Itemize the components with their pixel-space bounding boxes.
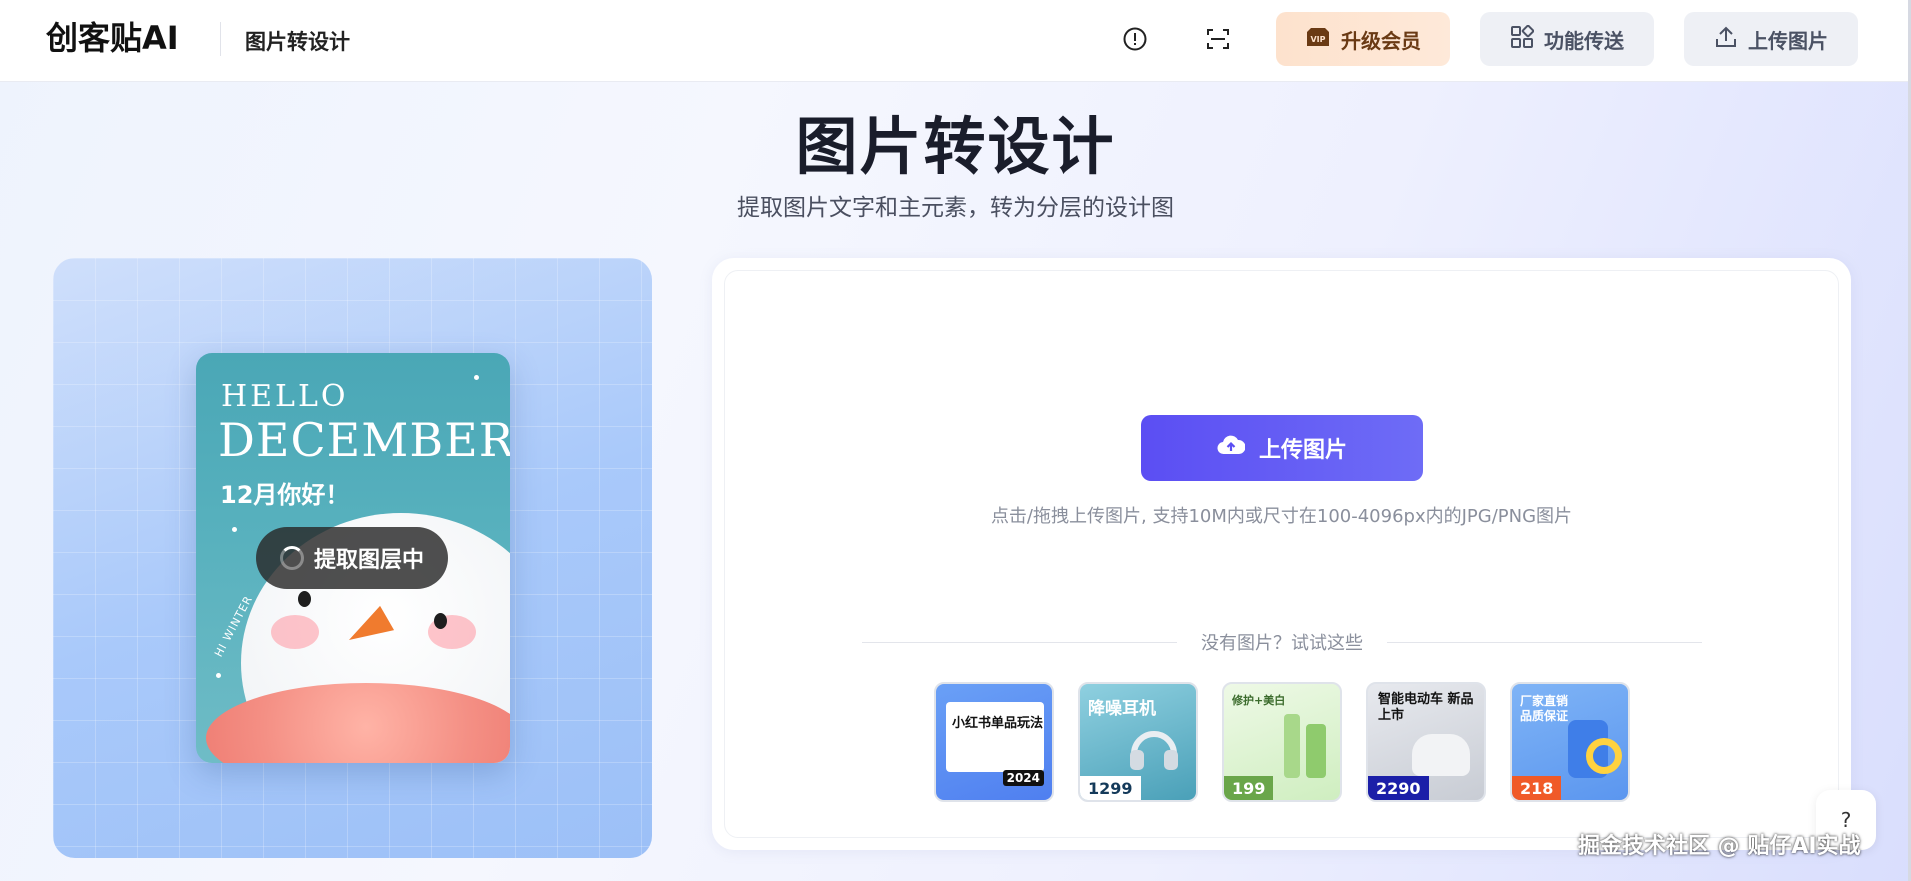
upload-button-label: 上传图片 [1258, 438, 1347, 463]
vip-icon: VIP [1305, 26, 1331, 53]
try-samples-label: 没有图片？试试这些 [1201, 633, 1363, 654]
sample-images: 小红书单品玩法 2024 降噪耳机 1299 修护+美白 199 智能电动车 新… [934, 682, 1630, 802]
page-name: 图片转设计 [245, 30, 350, 54]
card-hello-text: HELLO [221, 379, 349, 414]
cloud-upload-icon [1217, 434, 1246, 462]
sample-image-5[interactable]: 厂家直销 品质保证 218 [1510, 682, 1630, 802]
snowman-eye-left [298, 591, 311, 607]
headphones-image [1130, 731, 1178, 770]
watermark-text: 掘金技术社区 @ 贴仔AI实战 [1578, 834, 1861, 859]
sample-image-2[interactable]: 降噪耳机 1299 [1078, 682, 1198, 802]
sample-price: 199 [1224, 776, 1274, 800]
extracting-label: 提取图层中 [313, 548, 424, 573]
sample-price: 218 [1512, 776, 1562, 800]
snowflake [216, 673, 221, 678]
spinner-icon [279, 546, 304, 570]
snowman-cheek-left [271, 615, 319, 649]
extracting-status: 提取图层中 [256, 527, 448, 589]
card-greeting-text: 12月你好！ [220, 481, 350, 509]
sample-title: 修护+美白 [1232, 694, 1286, 707]
sample-image-4[interactable]: 智能电动车 新品上市 2290 [1366, 682, 1486, 802]
page-title: 图片转设计 [795, 110, 1116, 183]
features-label: 功能传送 [1544, 28, 1624, 53]
sample-title: 小红书单品玩法 [952, 716, 1044, 731]
scooter-image [1412, 734, 1470, 776]
divider-line [1387, 641, 1702, 643]
sample-title: 智能电动车 新品上市 [1378, 692, 1474, 723]
header-divider [220, 22, 221, 56]
sample-title: 降噪耳机 [1088, 699, 1156, 719]
sample-price: 1299 [1080, 776, 1141, 800]
preview-card-image: HELLO DECEMBER 12月你好！ HI WINTER 提取图层中 [196, 353, 510, 763]
swim-ring-image [1586, 738, 1622, 774]
grid-icon [1510, 24, 1535, 54]
snowman-eye-right [434, 613, 447, 629]
product-bottle [1284, 714, 1300, 778]
brand-logo[interactable]: 创客贴AI [46, 18, 179, 58]
sample-price: 2290 [1368, 776, 1429, 800]
sample-image-1[interactable]: 小红书单品玩法 2024 [934, 682, 1054, 802]
upload-image-button[interactable]: 上传图片 [1141, 415, 1423, 481]
upload-icon [1714, 25, 1738, 54]
snowflake [232, 527, 237, 532]
divider-line [862, 641, 1177, 643]
page-subtitle: 提取图片文字和主元素，转为分层的设计图 [737, 195, 1174, 221]
upgrade-vip-button[interactable]: VIP 升级会员 [1276, 12, 1450, 66]
svg-text:VIP: VIP [1310, 35, 1325, 44]
sample-title: 厂家直销 品质保证 [1520, 694, 1569, 723]
features-button[interactable]: 功能传送 [1480, 12, 1654, 66]
top-header: 创客贴AI 图片转设计 VIP 升级会员 功能传送 上传图片 [0, 0, 1908, 82]
header-upload-button[interactable]: 上传图片 [1684, 12, 1858, 66]
card-december-text: DECEMBER [218, 413, 510, 467]
upload-hint: 点击/拖拽上传图片, 支持10M内或尺寸在100-4096px内的JPG/PNG… [990, 506, 1573, 527]
header-upload-label: 上传图片 [1748, 28, 1828, 53]
vip-label: 升级会员 [1341, 28, 1421, 53]
sample-image-3[interactable]: 修护+美白 199 [1222, 682, 1342, 802]
upload-panel[interactable]: 上传图片 点击/拖拽上传图片, 支持10M内或尺寸在100-4096px内的JP… [712, 258, 1851, 850]
scan-icon[interactable] [1201, 22, 1235, 56]
try-samples-divider: 没有图片？试试这些 [862, 630, 1702, 654]
info-icon[interactable] [1118, 22, 1152, 56]
sample-tag: 2024 [1002, 770, 1044, 786]
preview-panel: HELLO DECEMBER 12月你好！ HI WINTER 提取图层中 [53, 258, 652, 858]
snowflake [474, 375, 479, 380]
product-bottle [1306, 724, 1326, 778]
